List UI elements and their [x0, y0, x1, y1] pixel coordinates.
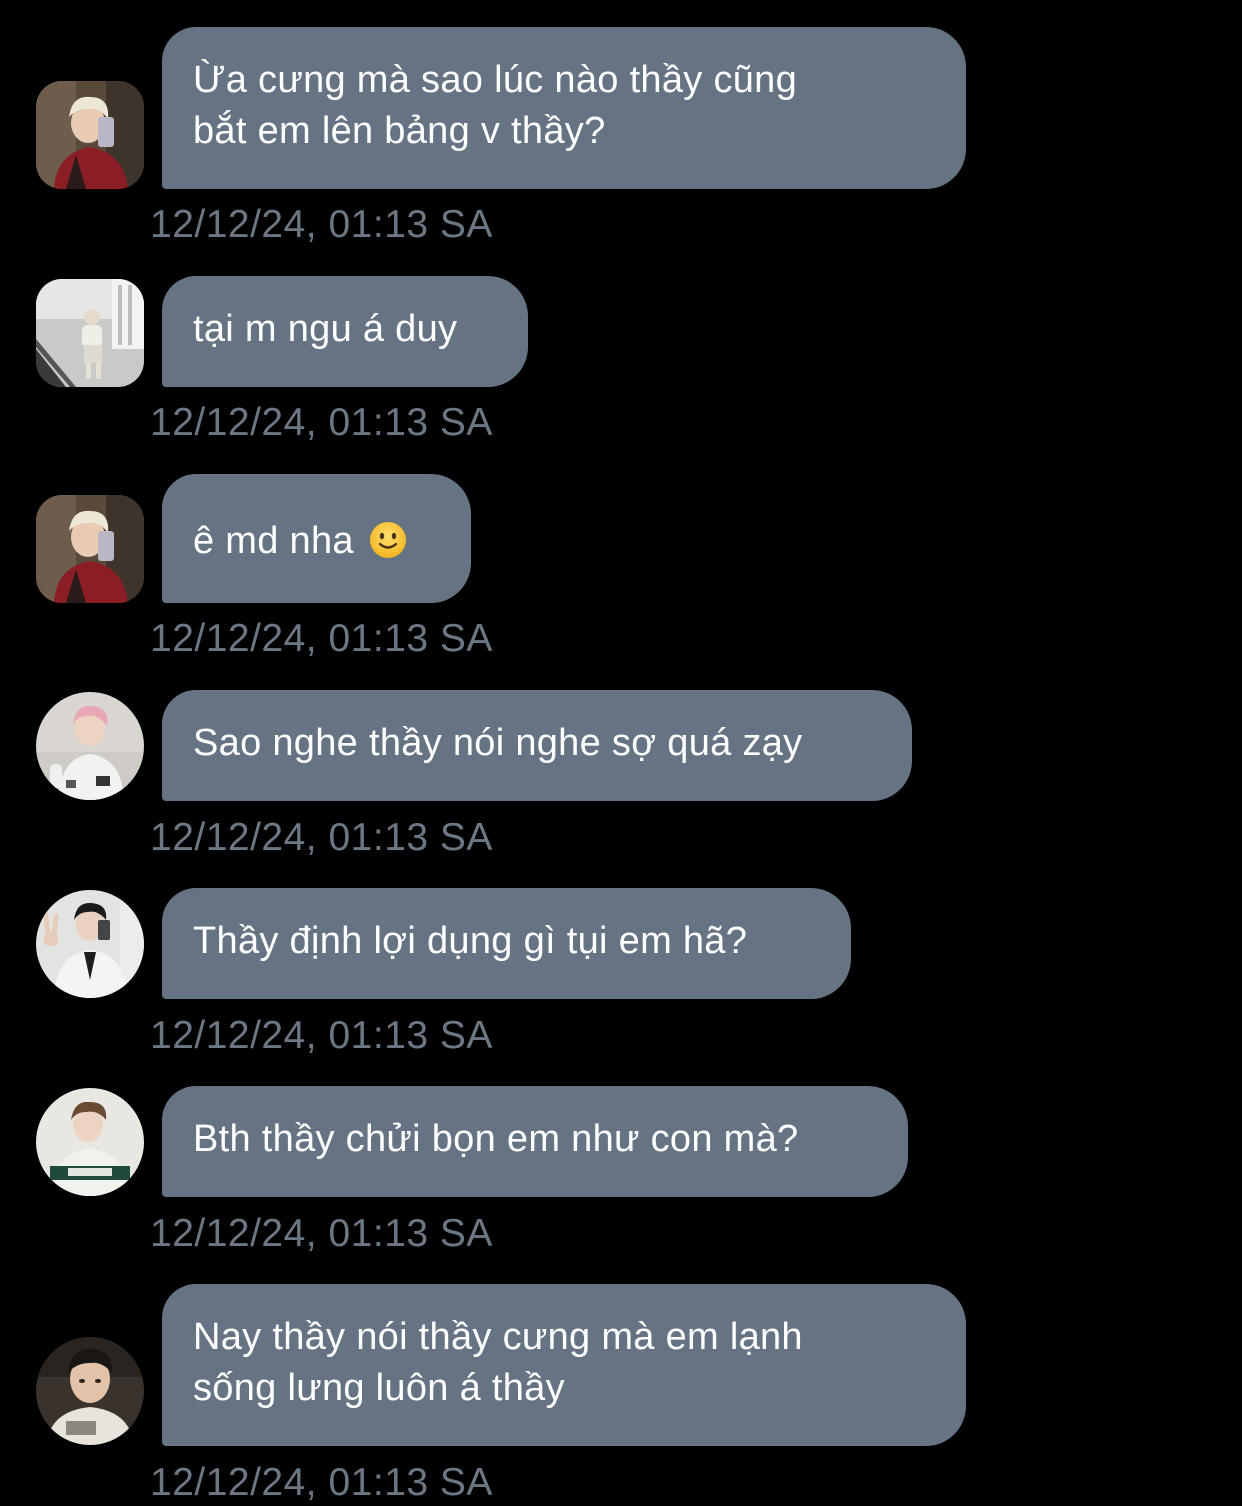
message-bubble[interactable]: Sao nghe thầy nói nghe sợ quá zạy	[162, 690, 912, 801]
message-bubble[interactable]: Nay thầy nói thầy cưng mà em lạnh sống l…	[162, 1284, 966, 1446]
avatar-green-sweater-image	[36, 1088, 144, 1196]
avatar-close-up-selfie-image	[36, 1337, 144, 1445]
message-text: Ừa cưng mà sao lúc nào thầy cũng bắt em …	[193, 59, 798, 152]
chat-thread[interactable]: Ừa cưng mà sao lúc nào thầy cũng bắt em …	[0, 0, 1242, 1504]
message-timestamp: 12/12/24, 01:13 SA	[150, 617, 493, 660]
avatar[interactable]	[36, 279, 144, 387]
message-bubble[interactable]: Ừa cưng mà sao lúc nào thầy cũng bắt em …	[162, 27, 966, 189]
message-timestamp: 12/12/24, 01:13 SA	[150, 1014, 493, 1057]
message-text: Nay thầy nói thầy cưng mà em lạnh sống l…	[193, 1316, 803, 1409]
message-text: Thầy định lợi dụng gì tụi em hã?	[193, 920, 748, 962]
avatar[interactable]	[36, 890, 144, 998]
avatar[interactable]	[36, 495, 144, 603]
message-bubble[interactable]: Bth thầy chửi bọn em như con mà?	[162, 1086, 908, 1197]
message-timestamp: 12/12/24, 01:13 SA	[150, 401, 493, 444]
message-text: tại m ngu á duy	[193, 308, 458, 350]
avatar-blond-mirror-selfie-image	[36, 81, 144, 189]
message-bubble[interactable]: Thầy định lợi dụng gì tụi em hã?	[162, 888, 851, 999]
message-bubble[interactable]: tại m ngu á duy	[162, 276, 528, 387]
avatar[interactable]	[36, 692, 144, 800]
message-text: ê md nha	[193, 516, 440, 567]
avatar[interactable]	[36, 1337, 144, 1445]
message-timestamp: 12/12/24, 01:13 SA	[150, 203, 493, 246]
message-timestamp: 12/12/24, 01:13 SA	[150, 1461, 493, 1504]
avatar[interactable]	[36, 1088, 144, 1196]
message-text: Sao nghe thầy nói nghe sợ quá zạy	[193, 722, 803, 764]
message-timestamp: 12/12/24, 01:13 SA	[150, 816, 493, 859]
avatar-blond-mirror-selfie-image	[36, 495, 144, 603]
message-bubble[interactable]: ê md nha	[162, 474, 471, 603]
avatar-pink-hair-image	[36, 692, 144, 800]
slightly-smiling-face-icon	[369, 522, 406, 558]
avatar-peace-sign-white-jacket-image	[36, 890, 144, 998]
message-timestamp: 12/12/24, 01:13 SA	[150, 1212, 493, 1255]
avatar[interactable]	[36, 81, 144, 189]
avatar-street-sitting-image	[36, 279, 144, 387]
message-text-content: ê md nha	[193, 520, 354, 562]
message-text: Bth thầy chửi bọn em như con mà?	[193, 1118, 799, 1160]
